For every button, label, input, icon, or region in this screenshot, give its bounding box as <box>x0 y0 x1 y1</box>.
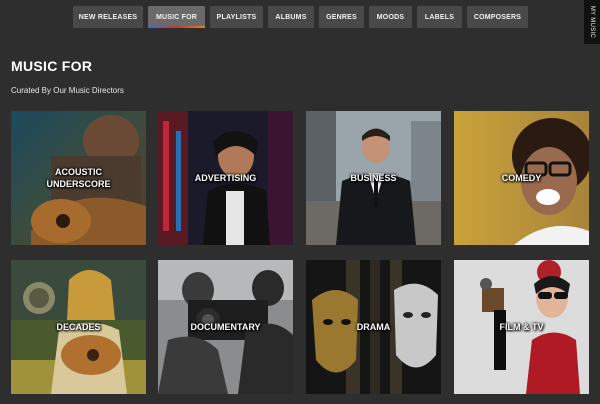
nav-composers[interactable]: COMPOSERS <box>467 6 528 28</box>
category-tile-film-tv[interactable]: FILM & TV <box>454 260 589 394</box>
nav-moods[interactable]: MOODS <box>369 6 412 28</box>
category-label: DECADES <box>56 322 101 332</box>
nav-playlists[interactable]: PLAYLISTS <box>210 6 263 28</box>
category-tile-acoustic-underscore[interactable]: ACOUSTIC UNDERSCORE <box>11 111 146 245</box>
category-label: ADVERTISING <box>194 173 257 183</box>
page-subtitle: Curated By Our Music Directors <box>11 86 124 95</box>
category-tile-documentary[interactable]: DOCUMENTARY <box>158 260 293 394</box>
nav-labels[interactable]: LABELS <box>417 6 462 28</box>
category-tile-advertising[interactable]: ADVERTISING <box>158 111 293 245</box>
category-label: DRAMA <box>356 322 391 332</box>
category-tile-drama[interactable]: DRAMA <box>306 260 441 394</box>
category-tile-comedy[interactable]: COMEDY <box>454 111 589 245</box>
category-label: ACOUSTIC UNDERSCORE <box>46 167 111 189</box>
category-label: COMEDY <box>501 173 542 183</box>
category-label: FILM & TV <box>499 322 544 332</box>
music-for-page: NEW RELEASES MUSIC FOR PLAYLISTS ALBUMS … <box>0 0 600 404</box>
category-tile-business[interactable]: BUSINESS <box>306 111 441 245</box>
category-tile-decades[interactable]: DECADES <box>11 260 146 394</box>
page-title: MUSIC FOR <box>11 58 93 74</box>
category-label: BUSINESS <box>350 173 397 183</box>
nav-new-releases[interactable]: NEW RELEASES <box>73 6 143 28</box>
nav-music-for[interactable]: MUSIC FOR <box>148 6 205 28</box>
my-music-label: MY MUSIC <box>589 5 596 39</box>
my-music-tab[interactable]: MY MUSIC <box>584 0 600 44</box>
category-label: DOCUMENTARY <box>190 322 261 332</box>
nav-albums[interactable]: ALBUMS <box>268 6 314 28</box>
nav-genres[interactable]: GENRES <box>319 6 364 28</box>
